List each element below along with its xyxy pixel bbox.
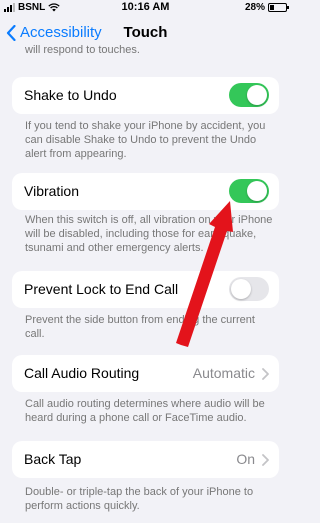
shake-to-undo-row: Shake to Undo xyxy=(12,77,279,114)
call-audio-routing-row[interactable]: Call Audio Routing Automatic xyxy=(12,355,279,392)
previous-footer-text: will respond to touches. xyxy=(25,44,140,56)
shake-to-undo-footer: If you tend to shake your iPhone by acci… xyxy=(25,120,266,160)
battery-icon xyxy=(268,3,289,12)
toggle-knob xyxy=(247,85,267,105)
back-tap-footer: Double- or triple-tap the back of your i… xyxy=(25,486,254,512)
status-right: 28% xyxy=(244,2,289,13)
vibration-row: Vibration xyxy=(12,173,279,210)
call-audio-routing-label: Call Audio Routing xyxy=(24,365,140,381)
prevent-lock-toggle[interactable] xyxy=(229,277,269,301)
page-title: Touch xyxy=(123,24,168,41)
call-audio-routing-value: Automatic xyxy=(192,365,255,381)
prevent-lock-label: Prevent Lock to End Call xyxy=(24,281,179,297)
toggle-knob xyxy=(231,279,251,299)
vibration-label: Vibration xyxy=(24,183,80,199)
vibration-toggle[interactable] xyxy=(229,179,269,203)
toggle-knob xyxy=(247,181,267,201)
back-tap-value: On xyxy=(236,451,255,467)
prevent-lock-row: Prevent Lock to End Call xyxy=(12,271,279,308)
battery-fill xyxy=(270,5,274,10)
back-tap-label: Back Tap xyxy=(24,451,82,467)
shake-to-undo-label: Shake to Undo xyxy=(24,87,117,103)
call-audio-routing-footer: Call audio routing determines where audi… xyxy=(25,398,265,424)
prevent-lock-footer: Prevent the side button from ending the … xyxy=(25,314,255,340)
battery-percent: 28% xyxy=(244,2,265,13)
back-tap-row[interactable]: Back Tap On xyxy=(12,441,279,478)
status-bar: BSNL 10:16 AM 28% xyxy=(0,0,291,16)
shake-to-undo-toggle[interactable] xyxy=(229,83,269,107)
vibration-footer: When this switch is off, all vibration o… xyxy=(25,214,273,254)
chevron-right-icon xyxy=(262,454,269,466)
chevron-right-icon xyxy=(262,368,269,380)
